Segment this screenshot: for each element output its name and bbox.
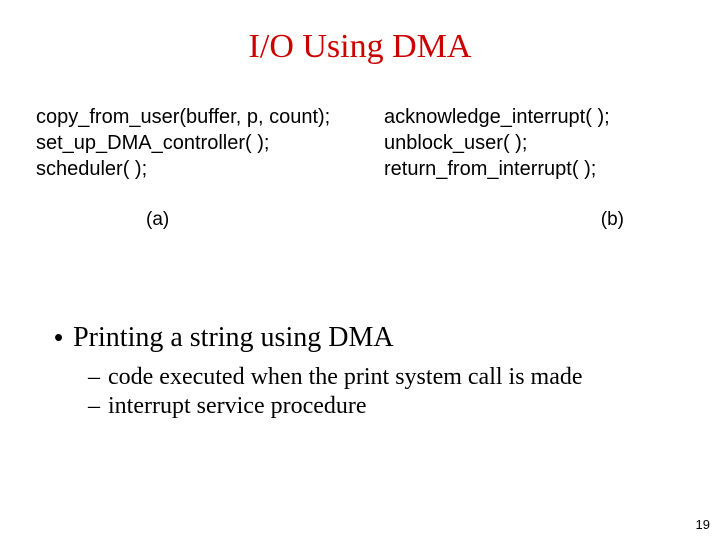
code-line: copy_from_user(buffer, p, count); [36, 106, 376, 129]
bullet-section: • Printing a string using DMA – code exe… [54, 322, 690, 422]
sub-bullet-item: – code executed when the print system ca… [88, 364, 690, 391]
code-column-a: copy_from_user(buffer, p, count); set_up… [36, 106, 376, 181]
label-a: (a) [146, 209, 169, 231]
dash-icon: – [88, 364, 100, 391]
code-line: set_up_DMA_controller( ); [36, 132, 376, 155]
slide-title: I/O Using DMA [0, 0, 720, 66]
code-line: return_from_interrupt( ); [384, 158, 684, 181]
code-columns: copy_from_user(buffer, p, count); set_up… [36, 106, 684, 181]
code-figure: copy_from_user(buffer, p, count); set_up… [0, 106, 720, 231]
slide: I/O Using DMA copy_from_user(buffer, p, … [0, 0, 720, 540]
code-line: scheduler( ); [36, 158, 376, 181]
code-column-b: acknowledge_interrupt( ); unblock_user( … [384, 106, 684, 181]
code-line: unblock_user( ); [384, 132, 684, 155]
figure-labels: (a) (b) [36, 209, 684, 231]
bullet-text: Printing a string using DMA [73, 322, 393, 354]
sub-bullets: – code executed when the print system ca… [88, 364, 690, 420]
sub-bullet-text: code executed when the print system call… [108, 364, 583, 391]
page-number: 19 [696, 517, 710, 532]
code-line: acknowledge_interrupt( ); [384, 106, 684, 129]
label-b: (b) [601, 209, 624, 231]
sub-bullet-text: interrupt service procedure [108, 393, 367, 420]
bullet-item: • Printing a string using DMA [54, 322, 690, 354]
dash-icon: – [88, 393, 100, 420]
bullet-icon: • [54, 324, 63, 350]
sub-bullet-item: – interrupt service procedure [88, 393, 690, 420]
